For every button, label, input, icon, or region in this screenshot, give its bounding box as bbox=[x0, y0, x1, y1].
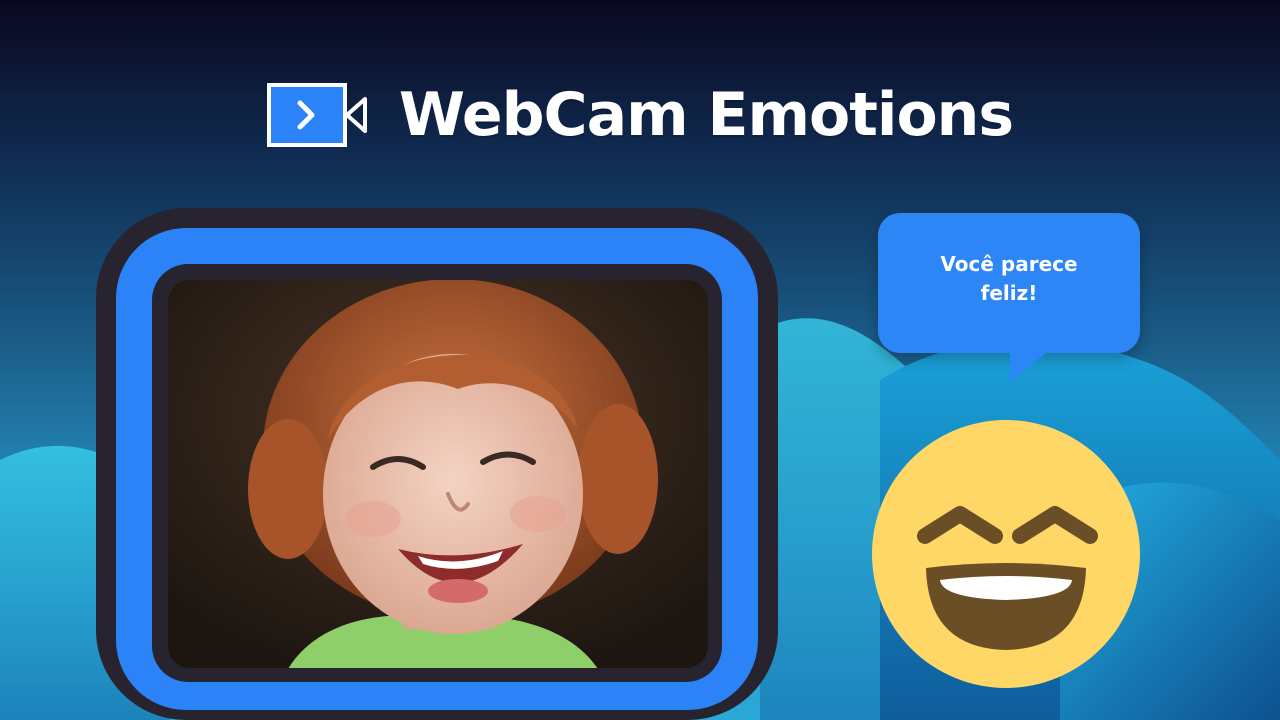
webcam-frame-inner bbox=[152, 264, 722, 682]
emotion-message: Você parece feliz! bbox=[940, 252, 1078, 305]
app-header: WebCam Emotions bbox=[0, 60, 1280, 170]
webcam-frame-border bbox=[116, 228, 758, 710]
app-title: WebCam Emotions bbox=[398, 80, 1014, 150]
laughing-child-image bbox=[168, 280, 708, 668]
webcam-frame bbox=[96, 208, 778, 720]
emotion-speech-bubble: Você parece feliz! bbox=[878, 213, 1140, 353]
video-camera-icon bbox=[266, 83, 367, 147]
webcam-video-feed bbox=[168, 280, 708, 668]
grinning-squinting-face-icon bbox=[870, 418, 1142, 690]
speech-bubble-tail bbox=[1010, 351, 1048, 383]
